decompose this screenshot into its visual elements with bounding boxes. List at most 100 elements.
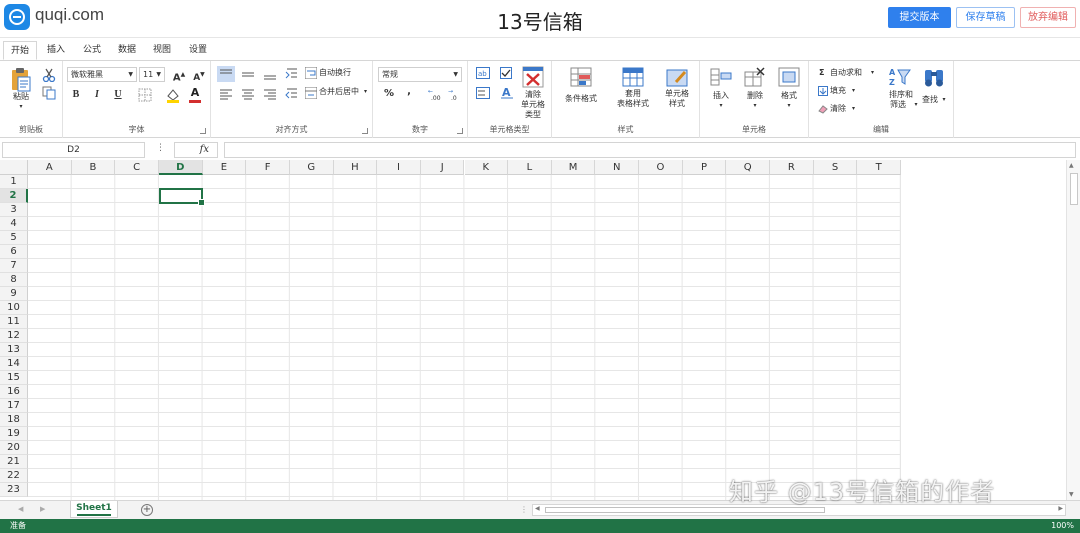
delete-cells-icon[interactable]	[744, 66, 766, 88]
align-bottom-icon[interactable]	[261, 66, 279, 82]
row-header[interactable]: 11	[0, 315, 28, 329]
column-header[interactable]: J	[420, 160, 465, 175]
font-size-select[interactable]: 11 ▼	[139, 67, 165, 82]
checkbox-icon[interactable]	[500, 67, 512, 79]
horizontal-scroll-thumb[interactable]	[545, 507, 825, 513]
number-format-select[interactable]: 常规 ▼	[378, 67, 462, 82]
column-header[interactable]: R	[770, 160, 814, 175]
column-header[interactable]: P	[682, 160, 727, 175]
sort-filter-label-2[interactable]: 筛选	[881, 100, 915, 110]
copy-icon[interactable]	[42, 86, 56, 100]
prev-sheet-icon[interactable]: ◀	[18, 505, 23, 513]
clear-cell-type-label-2[interactable]: 单元格	[514, 100, 552, 110]
row-header[interactable]: 21	[0, 455, 28, 469]
italic-button[interactable]: I	[89, 87, 105, 103]
next-sheet-icon[interactable]: ▶	[40, 505, 45, 513]
combobox-icon[interactable]	[476, 87, 490, 99]
align-center-icon[interactable]	[239, 87, 257, 101]
sheet-tab-sheet1[interactable]: Sheet1	[70, 501, 118, 518]
find-dropdown-icon[interactable]: ▾	[940, 95, 948, 105]
clear-cell-type-icon[interactable]	[522, 66, 544, 88]
font-family-select[interactable]: 微软雅黑 ▼	[67, 67, 137, 82]
row-header[interactable]: 13	[0, 343, 28, 357]
scroll-right-icon[interactable]: ▶	[1058, 505, 1063, 512]
delete-cells-label[interactable]: 删除	[740, 91, 770, 101]
column-header[interactable]: K	[464, 160, 509, 175]
column-header[interactable]: M	[551, 160, 596, 175]
discard-edit-button[interactable]: 放弃编辑	[1020, 7, 1076, 28]
merge-center-icon[interactable]	[305, 87, 317, 99]
column-header[interactable]: A	[28, 160, 72, 175]
insert-cells-label[interactable]: 插入	[706, 91, 736, 101]
find-icon[interactable]	[923, 66, 945, 88]
formula-bar-splitter-icon[interactable]: ⋮	[156, 143, 165, 153]
tab-splitter-icon[interactable]: ⋮	[520, 505, 528, 514]
tab-settings[interactable]: 设置	[182, 41, 214, 60]
conditional-format-label[interactable]: 条件格式	[558, 94, 604, 104]
cell-styles-label-1[interactable]: 单元格	[654, 89, 700, 99]
decrease-decimal-icon[interactable]: →.0	[447, 87, 463, 101]
column-header[interactable]: E	[202, 160, 247, 175]
number-dialog-launcher-icon[interactable]	[457, 128, 463, 134]
cell-styles-icon[interactable]	[666, 66, 688, 88]
comma-button[interactable]: ,	[401, 84, 417, 100]
row-header[interactable]: 15	[0, 371, 28, 385]
column-header[interactable]: C	[115, 160, 159, 175]
row-header[interactable]: 14	[0, 357, 28, 371]
column-header[interactable]: T	[857, 160, 901, 175]
format-cells-icon[interactable]	[778, 66, 800, 88]
eraser-icon[interactable]	[818, 104, 828, 114]
column-header[interactable]: I	[377, 160, 421, 175]
bold-button[interactable]: B	[68, 87, 84, 103]
zoom-level[interactable]: 100%	[1051, 519, 1074, 533]
column-header[interactable]: O	[639, 160, 683, 175]
clear-cell-type-label-3[interactable]: 类型	[514, 110, 552, 120]
add-sheet-button[interactable]: +	[141, 504, 153, 516]
selected-cell-d2[interactable]	[159, 188, 205, 206]
row-header[interactable]: 22	[0, 469, 28, 483]
font-shrink-icon[interactable]: A▼	[191, 67, 207, 83]
clear-cell-type-label-1[interactable]: 清除	[514, 90, 552, 100]
autosum-icon[interactable]: Σ	[819, 67, 824, 79]
row-header[interactable]: 20	[0, 441, 28, 455]
wrap-text-label[interactable]: 自动换行	[319, 67, 351, 79]
scroll-down-icon[interactable]: ▼	[1069, 491, 1074, 498]
row-header[interactable]: 7	[0, 259, 28, 273]
merge-dropdown-icon[interactable]: ▾	[364, 86, 367, 98]
clear-dropdown-icon[interactable]: ▾	[852, 103, 855, 115]
insert-cells-icon[interactable]	[710, 66, 732, 88]
format-dropdown-icon[interactable]: ▾	[784, 101, 794, 111]
row-header[interactable]: 23	[0, 483, 28, 497]
column-header[interactable]: H	[333, 160, 378, 175]
tab-home[interactable]: 开始	[3, 41, 37, 60]
row-header[interactable]: 16	[0, 385, 28, 399]
row-header[interactable]: 17	[0, 399, 28, 413]
row-header[interactable]: 4	[0, 217, 28, 231]
find-label[interactable]: 查找	[919, 95, 941, 105]
column-header[interactable]: D	[158, 160, 203, 175]
column-header[interactable]: F	[246, 160, 290, 175]
fill-icon[interactable]	[818, 86, 828, 96]
border-icon[interactable]	[138, 88, 152, 102]
font-dialog-launcher-icon[interactable]	[200, 128, 206, 134]
font-grow-icon[interactable]: A▲	[171, 67, 187, 83]
row-header[interactable]: 2	[0, 189, 28, 203]
wrap-text-icon[interactable]	[305, 67, 317, 79]
scroll-up-icon[interactable]: ▲	[1069, 162, 1074, 169]
font-color-button[interactable]: A	[187, 85, 203, 101]
format-as-table-label-2[interactable]: 表格样式	[610, 99, 656, 109]
insert-dropdown-icon[interactable]: ▾	[716, 101, 726, 111]
scroll-left-icon[interactable]: ◀	[535, 505, 540, 512]
conditional-format-icon[interactable]	[570, 66, 592, 88]
cell-area[interactable]	[28, 175, 901, 500]
align-right-icon[interactable]	[261, 87, 279, 101]
tab-data[interactable]: 数据	[111, 41, 143, 60]
paste-label[interactable]: 粘贴	[9, 92, 33, 102]
clear-label[interactable]: 清除	[830, 103, 846, 115]
row-header[interactable]: 12	[0, 329, 28, 343]
column-header[interactable]: L	[508, 160, 552, 175]
fill-dropdown-icon[interactable]: ▾	[852, 85, 855, 97]
fill-label[interactable]: 填充	[830, 85, 846, 97]
indent-icon[interactable]	[285, 67, 299, 81]
column-header[interactable]: Q	[726, 160, 771, 175]
